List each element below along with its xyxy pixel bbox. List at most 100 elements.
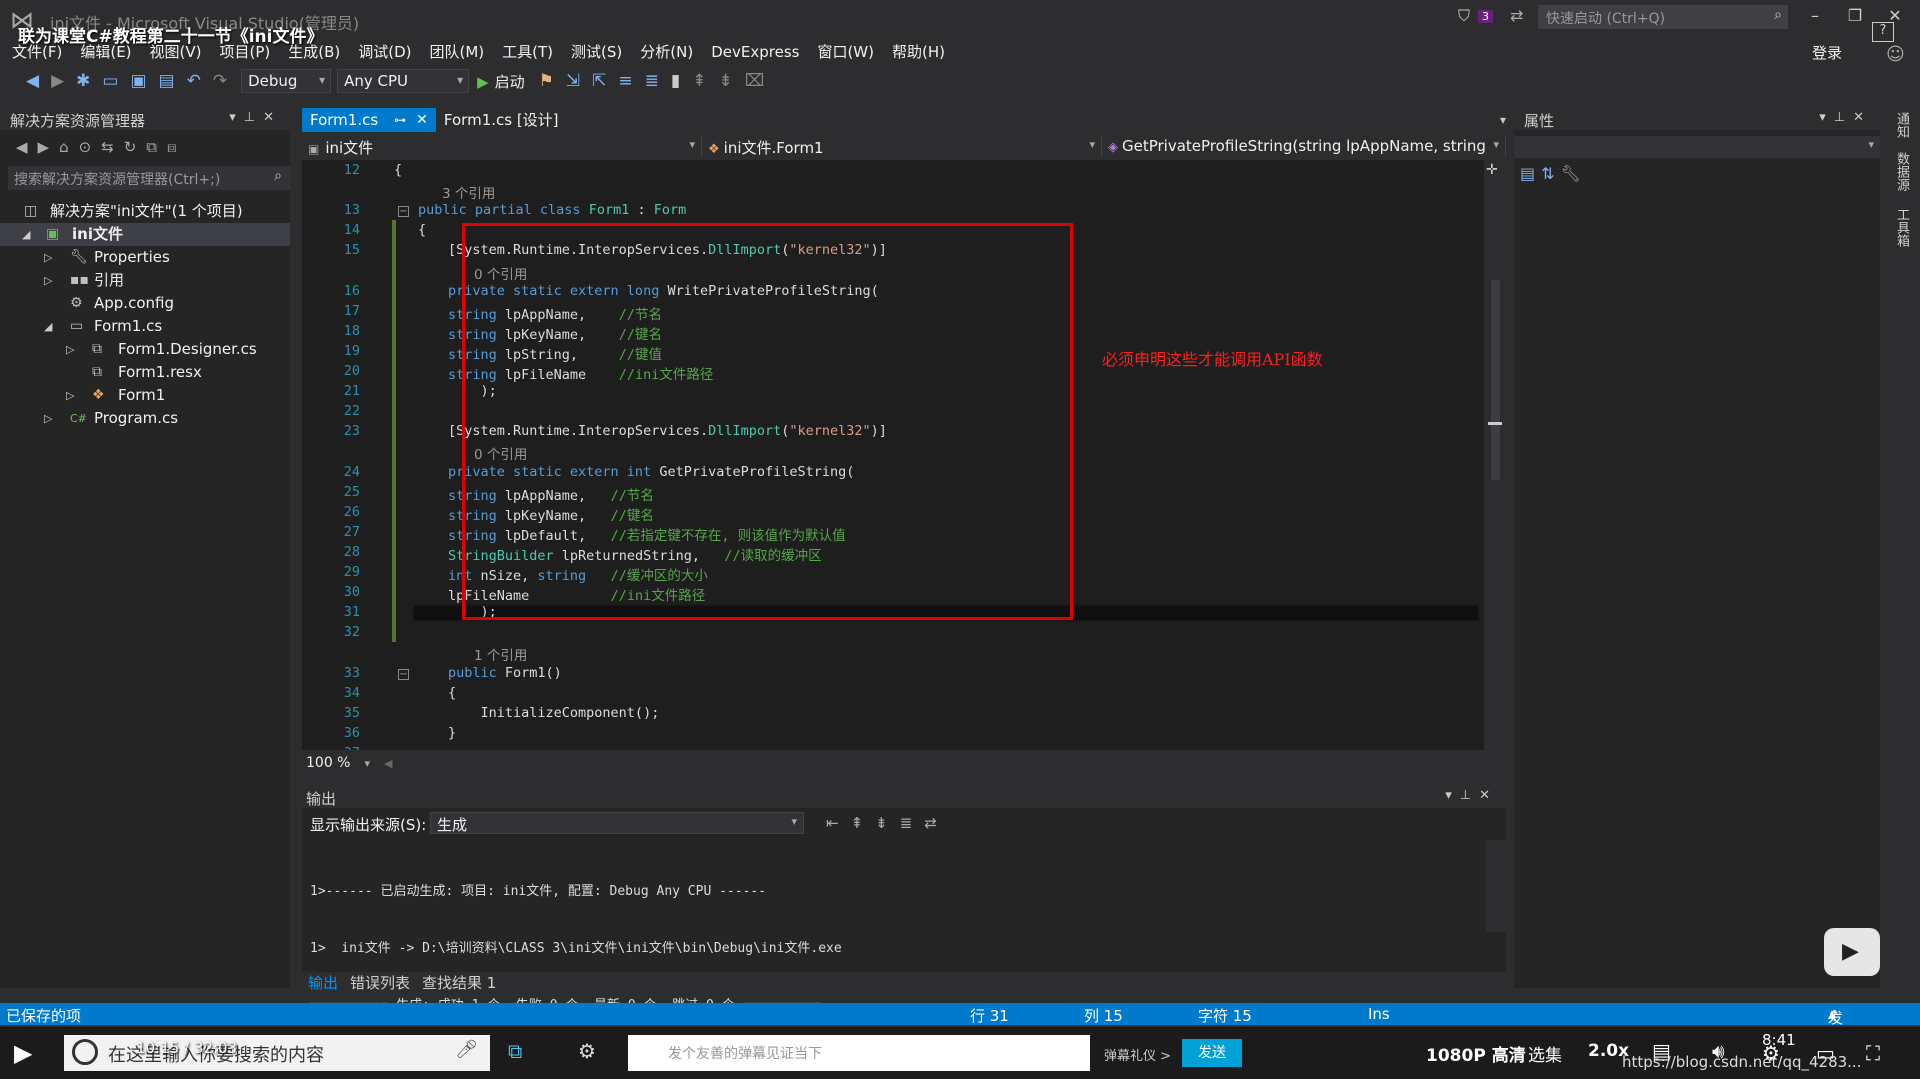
expanded-arrow-icon[interactable]: ◢ <box>44 315 52 338</box>
property-pages-icon[interactable]: 🔧︎ <box>1561 164 1587 183</box>
danmaku-input[interactable]: 发个友善的弹幕见证当下 <box>628 1035 1090 1071</box>
new-project-icon[interactable]: ✱ <box>70 71 96 91</box>
menu-build[interactable]: 生成(B) <box>279 40 349 64</box>
scrollbar-thumb[interactable] <box>1491 280 1500 480</box>
browser-link-icon[interactable]: ⚑ <box>533 71 560 91</box>
publish-button[interactable]: ↑ 发布 ▴ <box>1828 1005 1843 1048</box>
uncomment-icon[interactable]: ≣ <box>639 71 665 91</box>
class-nav-dropdown[interactable]: ❖ ini文件.Form1 <box>702 135 1102 157</box>
bookmark-icon[interactable]: ▮ <box>665 71 686 91</box>
tree-item-project[interactable]: ◢ ▣ ini文件 <box>0 223 290 246</box>
member-nav-dropdown[interactable]: ◈ GetPrivateProfileString(string lpAppNam… <box>1102 135 1506 157</box>
forward-icon[interactable]: ▶ <box>45 71 70 91</box>
undo-icon[interactable]: ↶ <box>181 71 207 91</box>
tree-item-solution[interactable]: ◫ 解决方案"ini文件"(1 个项目) <box>0 200 290 223</box>
microphone-icon[interactable]: 🎤︎ <box>455 1039 478 1060</box>
tab-form1-cs[interactable]: Form1.cs ⊶ ✕ <box>302 108 436 132</box>
tree-item-form1-designer[interactable]: ▷ ⧉ Form1.Designer.cs <box>0 338 290 361</box>
menu-file[interactable]: 文件(F) <box>0 40 71 64</box>
output-vertical-scrollbar[interactable] <box>1486 840 1506 932</box>
solution-configuration-dropdown[interactable]: Debug <box>241 69 332 93</box>
close-tab-icon[interactable]: ✕ <box>416 108 428 132</box>
back-icon[interactable]: ◀ <box>20 71 45 91</box>
solution-platform-dropdown[interactable]: Any CPU <box>337 69 470 93</box>
collapsed-arrow-icon[interactable]: ▷ <box>44 269 52 292</box>
filter-icon[interactable]: ⛉ <box>1458 6 1470 26</box>
menu-analyze[interactable]: 分析(N) <box>631 40 702 64</box>
step-into-icon[interactable]: ⇲ <box>560 71 586 91</box>
project-nav-dropdown[interactable]: ▣ ini文件 <box>302 135 702 157</box>
play-icon[interactable]: ▶ <box>14 1039 32 1067</box>
alphabetical-icon[interactable]: ⇅ <box>1541 164 1560 183</box>
settings-gear-icon[interactable]: ⚙ <box>578 1039 596 1063</box>
zoom-level[interactable]: 100 % <box>306 755 350 771</box>
danmaku-etiquette-link[interactable]: 弹幕礼仪 > <box>1104 1045 1171 1064</box>
minimize-button[interactable]: – <box>1800 6 1830 25</box>
tree-item-form1-resx[interactable]: ⧉ Form1.resx <box>0 361 290 384</box>
restore-button[interactable]: ❐ <box>1840 6 1870 25</box>
comment-icon[interactable]: ≡ <box>612 71 638 91</box>
episodes-button[interactable]: 选集 <box>1528 1041 1562 1066</box>
categorized-icon[interactable]: ▤ <box>1520 164 1541 183</box>
account-icon[interactable]: ☺ <box>1886 44 1905 65</box>
collapsed-arrow-icon[interactable]: ▷ <box>66 338 74 361</box>
solution-explorer-toolbar[interactable]: ◀▶⌂⊙⇆↻⧉⧈ <box>16 138 187 160</box>
output-source-dropdown[interactable]: 生成 <box>430 812 804 834</box>
login-link[interactable]: 登录 <box>1812 42 1842 63</box>
help-icon[interactable]: ? <box>1872 22 1894 42</box>
menu-tools[interactable]: 工具(T) <box>493 40 562 64</box>
fullscreen-icon[interactable]: ⛶ <box>1866 1041 1880 1065</box>
scroll-left-icon[interactable]: ◀ <box>384 757 392 770</box>
code-editor[interactable]: 12{3 个引用 13− public partial class Form1 : … <box>302 160 1484 750</box>
save-all-icon[interactable]: ▤ <box>153 71 181 91</box>
side-tab-notifications[interactable]: 通知 <box>1892 112 1911 138</box>
clear-bookmarks-icon[interactable]: ⌧ <box>739 71 771 91</box>
tab-overflow-icon[interactable]: ▾ <box>1500 113 1506 127</box>
feedback-icon[interactable]: ⇄ <box>1510 6 1523 25</box>
start-debugging-button[interactable]: ▶ 启动 <box>469 71 533 92</box>
editor-vertical-scrollbar[interactable]: ✛ <box>1484 160 1506 750</box>
codelens-reference-count[interactable]: 3 个引用 <box>442 182 495 202</box>
video-play-overlay-icon[interactable] <box>1824 928 1880 976</box>
side-tab-toolbox[interactable]: 工具箱 <box>1892 208 1911 247</box>
split-editor-icon[interactable]: ✛ <box>1486 162 1498 178</box>
tree-item-properties[interactable]: ▷ 🔧︎ Properties <box>0 246 290 269</box>
tree-item-references[interactable]: ▷ ▪▪ 引用 <box>0 269 290 292</box>
pin-icon[interactable]: ⊶ <box>394 108 406 132</box>
collapsed-arrow-icon[interactable]: ▷ <box>44 407 52 430</box>
panel-controls[interactable]: ▾⊥✕ <box>1819 110 1872 125</box>
panel-controls[interactable]: ▾⊥✕ <box>1445 788 1498 803</box>
panel-controls[interactable]: ▾⊥✕ <box>229 110 282 125</box>
send-danmaku-button[interactable]: 发送 <box>1182 1039 1242 1067</box>
taskbar-search-input[interactable]: 在这里输入你要搜索的内容 10:15 / 32:03 🎤︎ <box>64 1035 490 1071</box>
zoom-dropdown-icon[interactable]: ▾ <box>364 757 370 770</box>
output-toolbar[interactable]: ⇤⇞⇟≣⇄ <box>826 814 949 832</box>
menu-view[interactable]: 视图(V) <box>141 40 211 64</box>
collapse-region-icon[interactable]: − <box>398 668 409 680</box>
tab-find-results[interactable]: 查找结果 1 <box>416 972 502 993</box>
tree-item-program[interactable]: ▷ C# Program.cs <box>0 407 290 430</box>
save-icon[interactable]: ▣ <box>124 71 152 91</box>
menu-help[interactable]: 帮助(H) <box>883 40 954 64</box>
tree-item-form1-class[interactable]: ▷ ❖ Form1 <box>0 384 290 407</box>
menu-debug[interactable]: 调试(D) <box>349 40 420 64</box>
collapsed-arrow-icon[interactable]: ▷ <box>44 246 52 269</box>
task-view-icon[interactable]: ⧉ <box>508 1039 522 1063</box>
menu-window[interactable]: 窗口(W) <box>808 40 883 64</box>
expanded-arrow-icon[interactable]: ◢ <box>22 223 30 246</box>
open-file-icon[interactable]: ▭ <box>96 71 124 91</box>
quality-selector[interactable]: 1080P 高清 <box>1426 1041 1526 1066</box>
prev-bookmark-icon[interactable]: ⇞ <box>686 71 712 91</box>
menu-edit[interactable]: 编辑(E) <box>71 40 140 64</box>
tree-item-form1-cs[interactable]: ◢ ▭ Form1.cs <box>0 315 290 338</box>
tab-output[interactable]: 输出 <box>302 972 344 993</box>
tree-item-app-config[interactable]: ⚙ App.config <box>0 292 290 315</box>
redo-icon[interactable]: ↷ <box>207 71 233 91</box>
properties-object-dropdown[interactable]: ▾ <box>1514 136 1880 158</box>
collapse-region-icon[interactable]: − <box>398 206 409 218</box>
menu-test[interactable]: 测试(S) <box>562 40 631 64</box>
codelens-reference-count[interactable]: 1 个引用 <box>474 644 527 664</box>
solution-search-input[interactable]: 搜索解决方案资源管理器(Ctrl+;) ⌕ <box>8 166 290 190</box>
side-tab-data-sources[interactable]: 数据源 <box>1892 152 1911 191</box>
properties-toolbar[interactable]: ▤⇅🔧︎ <box>1520 164 1587 183</box>
